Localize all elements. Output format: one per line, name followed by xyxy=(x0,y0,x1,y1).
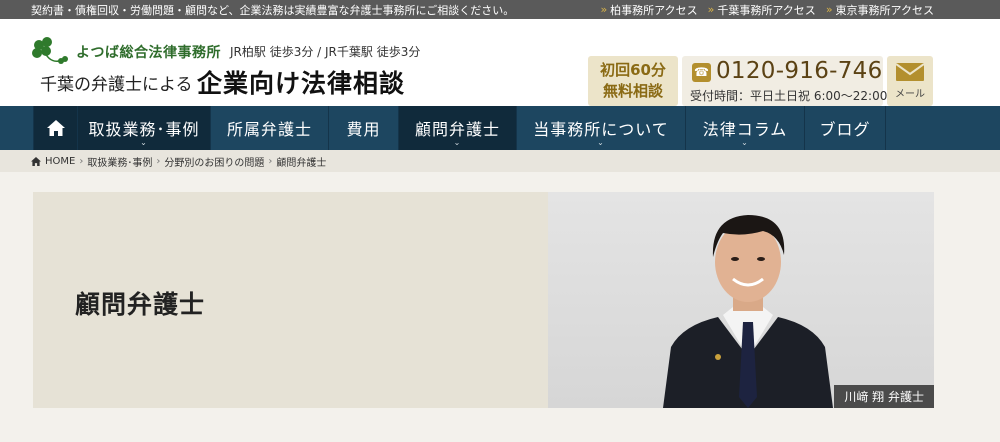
nav-about-office[interactable]: 当事務所について ⌄ xyxy=(517,106,686,150)
nav-advisor-lawyer[interactable]: 顧問弁護士 ⌄ xyxy=(399,106,517,150)
tagline-small: 千葉の弁護士による xyxy=(40,75,193,95)
lawyer-portrait-image xyxy=(663,215,833,408)
breadcrumb-practice-areas[interactable]: 取扱業務･事例 xyxy=(87,154,152,169)
link-kashiwa-access[interactable]: » 柏事務所アクセス xyxy=(600,2,697,18)
station-info: JR柏駅 徒歩3分 / JR千葉駅 徒歩3分 xyxy=(230,45,421,59)
firm-name[interactable]: よつば総合法律事務所 xyxy=(76,42,221,62)
phone-icon: ☎ xyxy=(692,63,711,82)
hero-title-panel: 顧問弁護士 xyxy=(33,192,548,408)
lawyer-photo: 川﨑 翔 弁護士 xyxy=(548,192,934,408)
home-icon xyxy=(31,156,41,166)
mail-button[interactable]: メール xyxy=(887,56,933,106)
chevron-right-icon: › xyxy=(268,155,273,167)
reception-hours: 受付時間：平日土日祝 6:00～22:00 xyxy=(690,89,888,103)
phone-contact[interactable]: ☎ 0120-916-746 受付時間：平日土日祝 6:00～22:00 xyxy=(682,56,887,106)
nav-law-column[interactable]: 法律コラム ⌄ xyxy=(686,106,805,150)
chevron-right-icon: › xyxy=(156,155,161,167)
chevron-right-icon: » xyxy=(825,3,833,16)
nav-practice-areas[interactable]: 取扱業務･事例 ⌄ xyxy=(78,106,211,150)
page-title: 顧問弁護士 xyxy=(75,290,206,319)
lawyer-name-tag: 川﨑 翔 弁護士 xyxy=(834,385,934,408)
link-tokyo-access[interactable]: » 東京事務所アクセス xyxy=(826,2,934,18)
chevron-right-icon: › xyxy=(79,155,84,167)
chevron-down-icon: ⌄ xyxy=(597,138,605,147)
chevron-right-icon: » xyxy=(707,3,715,16)
free-consultation-badge[interactable]: 初回60分 無料相談 xyxy=(588,56,678,106)
nav-lawyers[interactable]: 所属弁護士 xyxy=(211,106,329,150)
phone-number: 0120-916-746 xyxy=(716,58,883,84)
breadcrumb: HOME › 取扱業務･事例 › 分野別のお困りの問題 › 顧問弁護士 xyxy=(0,150,1000,172)
chevron-right-icon: » xyxy=(600,3,608,16)
nav-blog[interactable]: ブログ xyxy=(805,106,886,150)
nav-fees[interactable]: 費用 xyxy=(329,106,399,150)
chevron-down-icon: ⌄ xyxy=(453,138,462,147)
free-line-2: 無料相談 xyxy=(602,82,663,100)
breadcrumb-problems[interactable]: 分野別のお困りの問題 xyxy=(164,154,264,169)
link-chiba-access[interactable]: » 千葉事務所アクセス xyxy=(708,2,816,18)
breadcrumb-home[interactable]: HOME xyxy=(45,156,75,167)
envelope-icon xyxy=(896,63,924,81)
top-bar: 契約書・債権回収・労働問題・顧問など、企業法務は実績豊富な弁護士事務所にご相談く… xyxy=(0,0,1000,19)
page-hero: 顧問弁護士 川﨑 翔 弁護士 xyxy=(33,192,934,408)
site-header: よつば総合法律事務所 JR柏駅 徒歩3分 / JR千葉駅 徒歩3分 千葉の弁護士… xyxy=(0,19,1000,106)
free-line-1: 初回60分 xyxy=(600,61,666,79)
global-nav: 取扱業務･事例 ⌄ 所属弁護士 費用 顧問弁護士 ⌄ 当事務所について ⌄ 法律コラム… xyxy=(0,106,1000,150)
site-title[interactable]: 企業向け法律相談 xyxy=(197,64,405,100)
chevron-down-icon: ⌄ xyxy=(140,138,148,147)
breadcrumb-current: 顧問弁護士 xyxy=(276,157,327,169)
nav-home[interactable] xyxy=(33,106,78,150)
office-access-links: » 柏事務所アクセス » 千葉事務所アクセス » 東京事務所アクセス xyxy=(600,2,934,18)
top-notice: 契約書・債権回収・労働問題・顧問など、企業法務は実績豊富な弁護士事務所にご相談く… xyxy=(31,3,515,17)
mail-label: メール xyxy=(895,89,925,100)
clover-logo-icon[interactable] xyxy=(31,37,69,67)
chevron-down-icon: ⌄ xyxy=(741,138,749,147)
home-icon xyxy=(46,120,65,136)
